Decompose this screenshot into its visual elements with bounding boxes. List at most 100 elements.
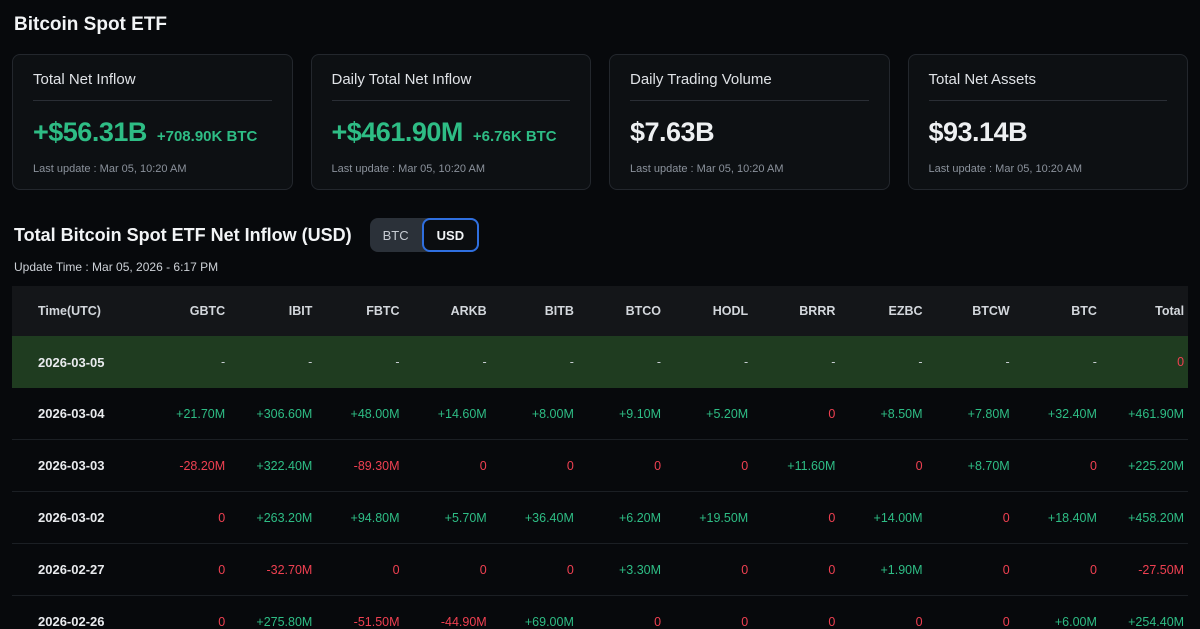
table-cell: 0 xyxy=(752,407,839,421)
table-cell: +461.90M xyxy=(1101,407,1188,421)
table-cell: - xyxy=(665,355,752,369)
card-title: Daily Trading Volume xyxy=(630,71,869,88)
table-cell: 0 xyxy=(665,563,752,577)
table-cell: -89.30M xyxy=(316,459,403,473)
table-cell: 0 xyxy=(142,615,229,629)
card-value: +$461.90M xyxy=(332,117,463,148)
card-last-update: Last update : Mar 05, 10:20 AM xyxy=(33,163,272,175)
table-cell: +21.70M xyxy=(142,407,229,421)
table-date-cell: 2026-02-27 xyxy=(12,562,142,577)
table-cell: +3.30M xyxy=(578,563,665,577)
table-cell: 0 xyxy=(839,459,926,473)
table-cell: ARKB xyxy=(404,304,491,318)
table-cell: -51.50M xyxy=(316,615,403,629)
table-cell: BITB xyxy=(491,304,578,318)
table-cell: +32.40M xyxy=(1014,407,1101,421)
table-cell: 0 xyxy=(665,615,752,629)
table-row: 2026-03-020+263.20M+94.80M+5.70M+36.40M+… xyxy=(12,492,1188,544)
table-cell: +6.00M xyxy=(1014,615,1101,629)
table-cell: - xyxy=(404,355,491,369)
table-row: 2026-03-04+21.70M+306.60M+48.00M+14.60M+… xyxy=(12,388,1188,440)
toggle-btc-button[interactable]: BTC xyxy=(370,218,422,252)
card-daily-trading-volume: Daily Trading Volume $7.63B Last update … xyxy=(609,54,890,190)
table-row: 2026-02-260+275.80M-51.50M-44.90M+69.00M… xyxy=(12,596,1188,629)
etf-inflow-table: Time(UTC)GBTCIBITFBTCARKBBITBBTCOHODLBRR… xyxy=(12,286,1188,629)
card-sub-value: +708.90K BTC xyxy=(157,128,257,145)
table-date-cell: 2026-03-04 xyxy=(12,406,142,421)
table-cell: 0 xyxy=(752,511,839,525)
table-cell: +48.00M xyxy=(316,407,403,421)
table-cell: - xyxy=(229,355,316,369)
table-cell: 0 xyxy=(578,459,665,473)
table-cell: - xyxy=(927,355,1014,369)
table-cell: +8.70M xyxy=(927,459,1014,473)
table-cell: 0 xyxy=(665,459,752,473)
table-cell: 0 xyxy=(752,615,839,629)
card-last-update: Last update : Mar 05, 10:20 AM xyxy=(929,163,1168,175)
table-cell: 0 xyxy=(316,563,403,577)
stat-cards: Total Net Inflow +$56.31B +708.90K BTC L… xyxy=(12,54,1188,190)
table-cell: -28.20M xyxy=(142,459,229,473)
table-cell: +322.40M xyxy=(229,459,316,473)
card-value: +$56.31B xyxy=(33,117,147,148)
card-daily-total-net-inflow: Daily Total Net Inflow +$461.90M +6.76K … xyxy=(311,54,592,190)
table-cell: BTCO xyxy=(578,304,665,318)
table-cell: HODL xyxy=(665,304,752,318)
table-cell: +36.40M xyxy=(491,511,578,525)
table-date-cell: 2026-03-03 xyxy=(12,458,142,473)
section-title: Total Bitcoin Spot ETF Net Inflow (USD) xyxy=(14,225,352,246)
table-cell: - xyxy=(316,355,403,369)
table-cell: 0 xyxy=(1014,563,1101,577)
table-header-row: Time(UTC)GBTCIBITFBTCARKBBITBBTCOHODLBRR… xyxy=(12,286,1188,336)
table-cell: - xyxy=(839,355,926,369)
table-cell: 0 xyxy=(142,563,229,577)
table-cell: +9.10M xyxy=(578,407,665,421)
table-cell: +5.70M xyxy=(404,511,491,525)
table-cell: - xyxy=(142,355,229,369)
table-cell: EZBC xyxy=(839,304,926,318)
table-cell: -32.70M xyxy=(229,563,316,577)
table-cell: +94.80M xyxy=(316,511,403,525)
table-cell: 0 xyxy=(1014,459,1101,473)
card-title: Total Net Inflow xyxy=(33,71,272,88)
table-cell: BTC xyxy=(1014,304,1101,318)
table-row: 2026-03-03-28.20M+322.40M-89.30M0000+11.… xyxy=(12,440,1188,492)
table-cell: +7.80M xyxy=(927,407,1014,421)
currency-toggle: BTC USD xyxy=(370,218,479,252)
table-cell: -44.90M xyxy=(404,615,491,629)
card-last-update: Last update : Mar 05, 10:20 AM xyxy=(332,163,571,175)
table-cell: 0 xyxy=(578,615,665,629)
card-value: $7.63B xyxy=(630,117,714,148)
card-divider xyxy=(33,100,272,101)
table-cell: +275.80M xyxy=(229,615,316,629)
table-date-cell: 2026-03-02 xyxy=(12,510,142,525)
table-cell: - xyxy=(1014,355,1101,369)
table-cell: BTCW xyxy=(927,304,1014,318)
card-title: Daily Total Net Inflow xyxy=(332,71,571,88)
table-cell: +8.50M xyxy=(839,407,926,421)
table-cell: +19.50M xyxy=(665,511,752,525)
section-header: Total Bitcoin Spot ETF Net Inflow (USD) … xyxy=(14,218,1188,252)
toggle-usd-button[interactable]: USD xyxy=(422,218,479,252)
bitcoin-spot-etf-page: Bitcoin Spot ETF Total Net Inflow +$56.3… xyxy=(0,0,1200,629)
table-cell: +18.40M xyxy=(1014,511,1101,525)
table-cell: +69.00M xyxy=(491,615,578,629)
table-cell: - xyxy=(578,355,665,369)
table-cell: 0 xyxy=(404,563,491,577)
card-last-update: Last update : Mar 05, 10:20 AM xyxy=(630,163,869,175)
table-cell: 0 xyxy=(927,511,1014,525)
table-cell: +8.00M xyxy=(491,407,578,421)
table-cell: 0 xyxy=(927,615,1014,629)
table-cell: - xyxy=(491,355,578,369)
table-cell: +11.60M xyxy=(752,459,839,473)
table-cell: GBTC xyxy=(142,304,229,318)
card-total-net-assets: Total Net Assets $93.14B Last update : M… xyxy=(908,54,1189,190)
table-cell: 0 xyxy=(839,615,926,629)
table-cell: IBIT xyxy=(229,304,316,318)
table-cell: +14.00M xyxy=(839,511,926,525)
card-sub-value: +6.76K BTC xyxy=(473,128,557,145)
card-value: $93.14B xyxy=(929,117,1028,148)
table-date-cell: 2026-02-26 xyxy=(12,614,142,629)
table-cell: - xyxy=(752,355,839,369)
page-title: Bitcoin Spot ETF xyxy=(14,14,1188,36)
